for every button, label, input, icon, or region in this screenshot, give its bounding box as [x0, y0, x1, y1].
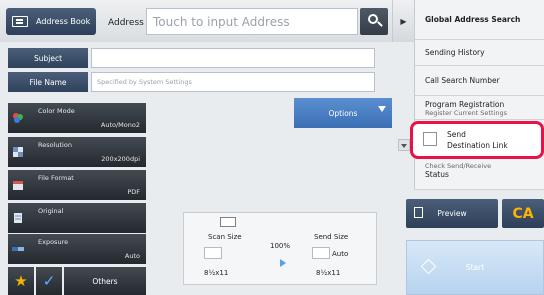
menu-item-program-registration[interactable]: Program Registration Register Current Se…	[415, 96, 544, 120]
menu-item-call-search-number[interactable]: Call Search Number	[415, 66, 544, 96]
file-name-input[interactable]: Specified by System Settings	[91, 72, 375, 92]
color-mode-title: Color Mode	[38, 107, 75, 115]
preview-label: Preview	[437, 209, 467, 218]
menu-item-check-status[interactable]: Check Send/Receive Status	[415, 160, 544, 190]
clear-all-button[interactable]: CA	[502, 199, 544, 228]
original-document-icon	[220, 217, 236, 227]
resolution-value: 200x200dpi	[101, 155, 140, 163]
color-mode-icon	[13, 113, 23, 123]
menu-toggle-button[interactable]: ▶	[392, 0, 414, 42]
file-format-tile[interactable]: File Format PDF	[8, 170, 146, 200]
options-button[interactable]: Options	[294, 98, 392, 128]
exposure-tile[interactable]: Exposure Auto	[8, 234, 146, 264]
original-tile[interactable]: Original	[8, 203, 146, 233]
preview-button[interactable]: Preview	[406, 199, 498, 228]
address-book-icon	[12, 16, 28, 27]
exposure-title: Exposure	[38, 238, 69, 246]
file-format-title: File Format	[38, 174, 74, 182]
check-status-line2: Status	[425, 170, 449, 179]
color-mode-value: Auto/Mono2	[100, 121, 140, 129]
menu-expand-arrow-icon[interactable]	[398, 139, 410, 151]
menu-item-send-destination-link[interactable]: Send Destination Link	[410, 121, 544, 159]
exposure-icon	[12, 247, 24, 251]
send-link-checkbox[interactable]	[423, 132, 437, 146]
resolution-title: Resolution	[38, 141, 72, 149]
file-format-value: PDF	[127, 188, 140, 196]
send-size-value: 8½x11	[316, 269, 341, 277]
ratio-value: 100%	[270, 242, 291, 250]
address-input[interactable]: Touch to input Address	[146, 8, 358, 35]
exposure-value: Auto	[124, 252, 140, 260]
scan-size-label: Scan Size	[208, 233, 242, 241]
subject-label: Subject	[8, 48, 88, 68]
check-icon: ✓	[42, 272, 56, 290]
start-label: Start	[465, 263, 485, 272]
start-button[interactable]: Start	[406, 240, 544, 295]
check-status-line1: Check Send/Receive	[425, 162, 492, 170]
check-button[interactable]: ✓	[36, 267, 62, 295]
resolution-tile[interactable]: Resolution 200x200dpi	[8, 137, 146, 167]
others-button[interactable]: Others	[64, 267, 146, 295]
subject-input[interactable]	[91, 48, 375, 68]
resolution-icon	[13, 147, 23, 157]
scan-paper-icon	[204, 247, 222, 259]
file-format-icon	[13, 181, 23, 190]
collapse-arrow-icon: ▶	[400, 16, 407, 26]
send-size-label: Send Size	[314, 233, 349, 241]
options-label: Options	[328, 108, 358, 118]
preview-icon	[414, 207, 423, 218]
menu-item-sending-history[interactable]: Sending History	[415, 40, 544, 66]
start-icon	[420, 258, 437, 275]
action-menu: Global Address Search Sending History Ca…	[414, 0, 544, 190]
scan-size-value: 8½x11	[204, 269, 229, 277]
favorite-button[interactable]: ★	[8, 267, 34, 295]
original-icon	[14, 213, 22, 223]
color-mode-tile[interactable]: Color Mode Auto/Mono2	[8, 103, 146, 133]
chevron-down-icon	[378, 106, 386, 112]
register-current-settings-label: Register Current Settings	[425, 109, 507, 117]
send-paper-icon	[312, 247, 330, 259]
program-registration-label: Program Registration	[425, 100, 505, 109]
address-book-label: Address Book	[36, 17, 91, 26]
arrow-right-icon	[280, 259, 286, 267]
star-icon: ★	[14, 272, 28, 290]
size-panel: Scan Size Send Size 100% Auto 8½x11 8½x1…	[183, 212, 377, 285]
address-book-button[interactable]: Address Book	[6, 8, 96, 35]
menu-item-global-address-search[interactable]: Global Address Search	[415, 0, 544, 40]
file-name-label: File Name	[8, 72, 88, 92]
send-size-auto: Auto	[332, 250, 349, 258]
send-link-label: Send Destination Link	[447, 130, 508, 150]
address-label: Address	[108, 18, 144, 28]
search-button[interactable]	[360, 8, 388, 35]
original-title: Original	[38, 207, 64, 215]
